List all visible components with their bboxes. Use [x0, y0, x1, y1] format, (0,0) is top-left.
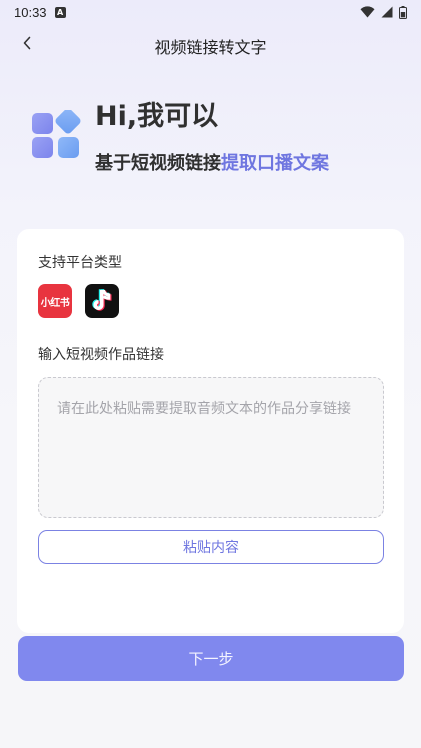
wifi-icon	[360, 6, 375, 18]
apps-grid-icon	[32, 110, 81, 158]
app-bar: 视频链接转文字	[0, 28, 421, 62]
next-step-button[interactable]: 下一步	[18, 636, 404, 681]
hero-subtitle-highlight: 提取口播文案	[221, 153, 329, 174]
xiaohongshu-icon-text: 小红书	[40, 297, 70, 309]
signal-icon	[381, 6, 393, 18]
input-card: 支持平台类型 小红书 输入短视频作品链接 粘贴内容	[17, 229, 404, 633]
hero-subtitle: 基于短视频链接提取口播文案	[95, 149, 329, 175]
hero-subtitle-plain: 基于短视频链接	[95, 153, 221, 174]
link-input[interactable]	[57, 398, 365, 517]
hero-title: Hi,我可以	[95, 101, 219, 132]
platform-label: 支持平台类型	[38, 255, 122, 271]
xiaohongshu-icon: 小红书	[38, 284, 72, 318]
status-bar: 10:33 A	[0, 0, 421, 24]
paste-content-button[interactable]: 粘贴内容	[38, 530, 384, 564]
battery-icon	[399, 5, 407, 19]
link-input-box[interactable]	[38, 377, 384, 518]
page-title: 视频链接转文字	[154, 38, 267, 57]
status-time: 10:33	[14, 4, 47, 20]
status-icons	[360, 5, 407, 19]
douyin-icon	[85, 284, 119, 318]
notification-a-icon: A	[54, 6, 66, 18]
link-label: 输入短视频作品链接	[38, 347, 164, 363]
